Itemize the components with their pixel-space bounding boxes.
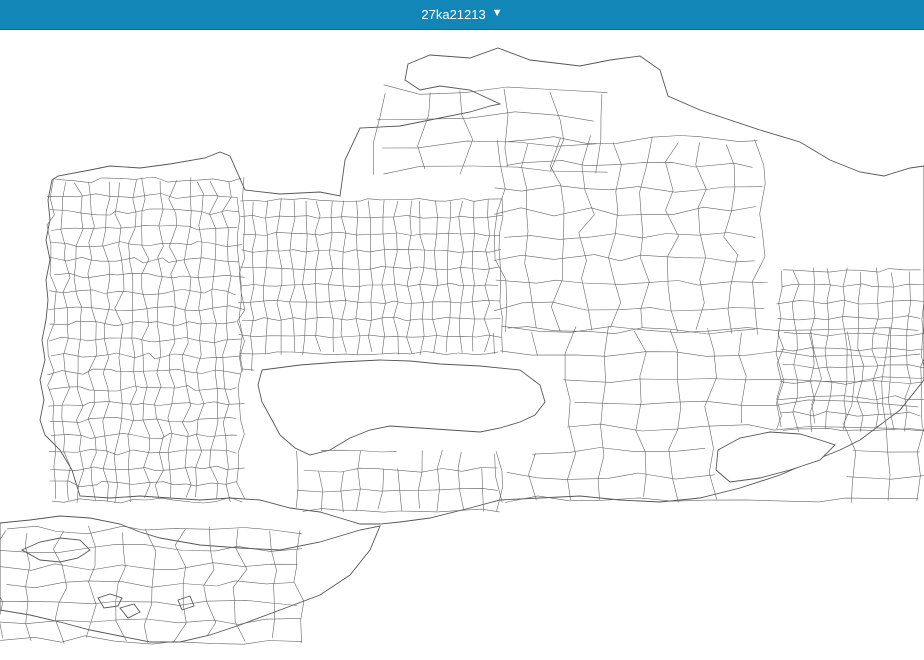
district-boundary-line xyxy=(0,620,62,625)
map-area[interactable] xyxy=(0,30,924,660)
triangle-down-icon[interactable]: ▼ xyxy=(492,8,503,19)
district-boundary-line xyxy=(61,635,115,643)
top-bar: 27ka21213 ▼ xyxy=(0,0,924,30)
district-boundary-map[interactable] xyxy=(0,30,924,660)
district-boundary-line xyxy=(852,450,920,453)
district-boundary-line xyxy=(269,530,272,551)
district-boundary-line xyxy=(920,398,923,429)
region-code-label: 27ka21213 xyxy=(421,7,486,22)
district-boundary-line xyxy=(96,497,191,504)
district-boundary-line xyxy=(846,475,924,480)
district-boundary-line xyxy=(774,497,919,503)
region-selector[interactable]: 27ka21213 ▼ xyxy=(421,7,502,22)
district-boundary-line xyxy=(300,619,302,644)
district-boundary-line xyxy=(173,640,302,645)
district-boundary-line xyxy=(265,618,302,620)
district-boundary-line xyxy=(428,92,431,116)
district-boundary-line xyxy=(244,527,302,535)
district-boundary-line xyxy=(51,498,97,503)
district-boundary-line xyxy=(916,475,921,502)
